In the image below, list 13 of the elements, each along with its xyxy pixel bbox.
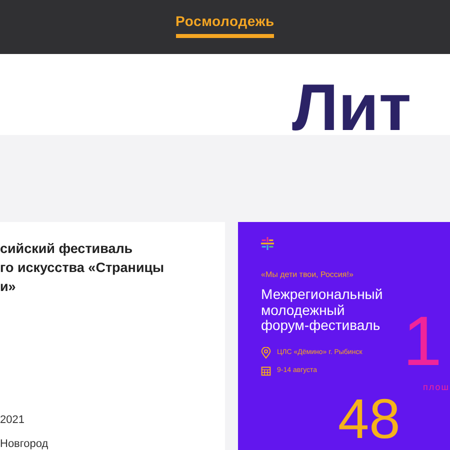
poster-tagline: «Мы дети твои, Россия!» [261, 270, 354, 279]
logo-icon [261, 237, 274, 250]
event-city: Новгород [0, 438, 48, 450]
poster-count: 48 [338, 394, 400, 444]
poster-title: Межрегиональный молодежный форум-фестиваль [261, 287, 384, 334]
poster-label: плош [423, 382, 450, 392]
event-date: 2021 [0, 414, 26, 426]
poster-number: 1 [403, 306, 442, 376]
hero-heading: Лит [292, 76, 412, 135]
brand-link[interactable]: Росмолодежь [176, 13, 274, 38]
calendar-icon [261, 364, 271, 376]
location-icon [261, 346, 271, 358]
event-title: сийский фестиваль го искусства «Страницы и» [0, 240, 166, 296]
